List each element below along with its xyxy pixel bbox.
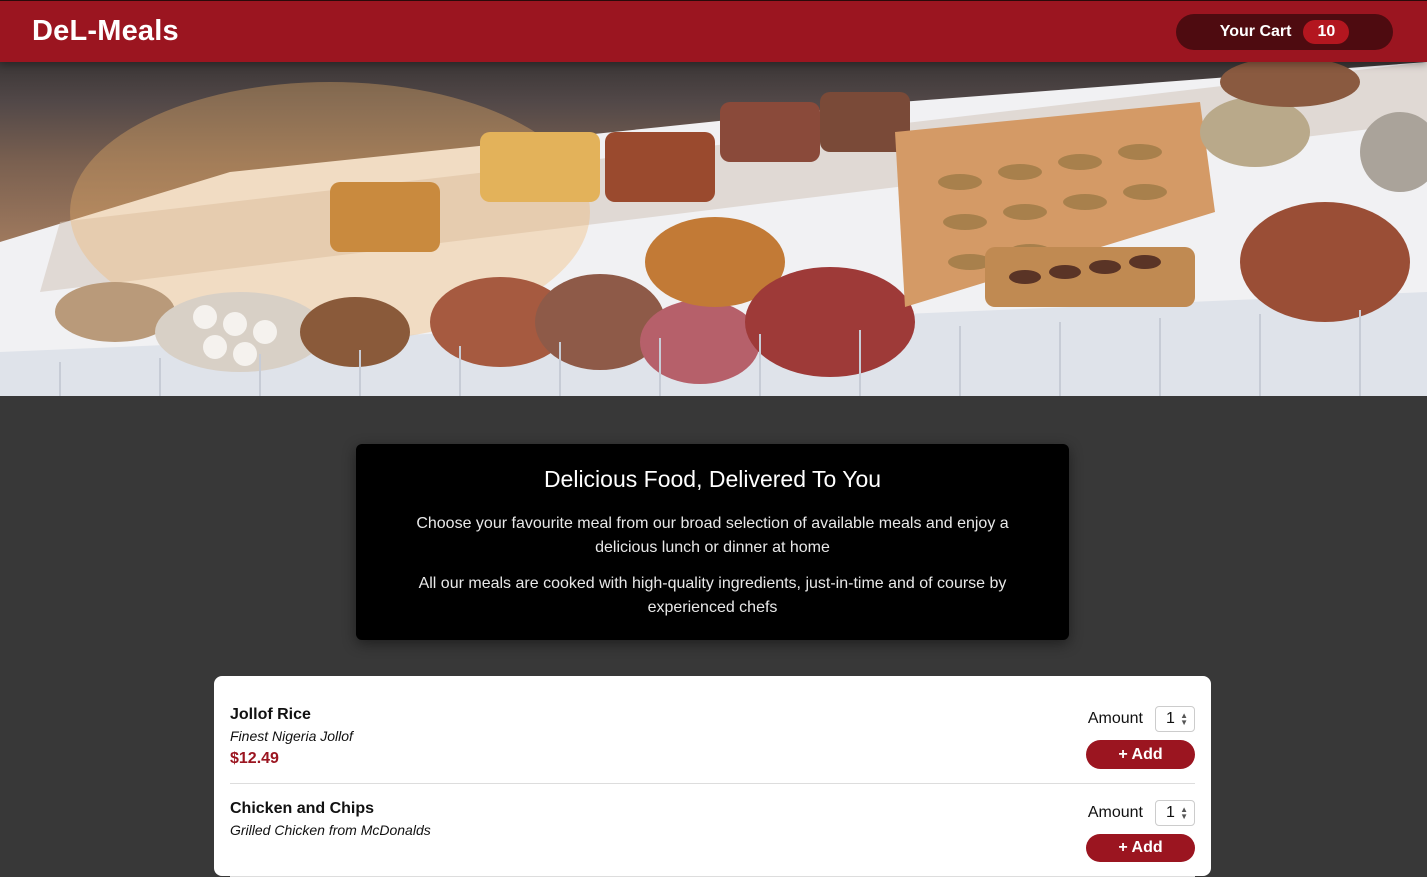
available-meals-list: Jollof Rice Finest Nigeria Jollof $12.49… <box>214 676 1211 877</box>
meal-info: Chicken and Chips Grilled Chicken from M… <box>230 800 431 862</box>
meal-info: Jollof Rice Finest Nigeria Jollof $12.49 <box>230 706 353 769</box>
meal-name: Chicken and Chips <box>230 800 375 817</box>
amount-input[interactable]: 1 ▲ ▼ <box>1155 706 1195 732</box>
meal-name: Jollof Rice <box>230 706 311 723</box>
summary-paragraph-1: Choose your favourite meal from our broa… <box>416 515 1009 556</box>
summary-title: Delicious Food, Delivered To You <box>543 466 882 492</box>
meal-form: Amount 1 ▲ ▼ + Add <box>1086 800 1195 862</box>
app-header: DeL-Meals Your Cart 10 <box>0 0 1427 62</box>
cart-button[interactable]: Your Cart 10 <box>1176 13 1393 50</box>
meal-form: Amount 1 ▲ ▼ + Add <box>1086 706 1195 769</box>
amount-value: 1 <box>1166 804 1175 821</box>
cart-count-badge: 10 <box>1303 19 1350 44</box>
amount-input[interactable]: 1 ▲ ▼ <box>1155 800 1195 826</box>
spinner-arrows-icon[interactable]: ▲ ▼ <box>1180 712 1188 727</box>
add-to-cart-button[interactable]: + Add <box>1086 740 1195 769</box>
amount-row: Amount 1 ▲ ▼ <box>1088 706 1195 732</box>
hero-banner-image <box>0 62 1427 396</box>
amount-label: Amount <box>1087 710 1143 727</box>
brand-title: DeL-Meals <box>32 15 179 47</box>
meals-summary: Delicious Food, Delivered To You Choose … <box>356 444 1069 640</box>
add-to-cart-button[interactable]: + Add <box>1086 834 1195 862</box>
cart-label: Your Cart <box>1219 22 1292 40</box>
amount-label: Amount <box>1087 804 1143 821</box>
meal-description: Grilled Chicken from McDonalds <box>230 822 431 838</box>
amount-row: Amount 1 ▲ ▼ <box>1088 800 1195 826</box>
meal-item: Chicken and Chips Grilled Chicken from M… <box>230 784 1195 877</box>
spinner-arrows-icon[interactable]: ▲ ▼ <box>1180 806 1188 821</box>
meal-item: Jollof Rice Finest Nigeria Jollof $12.49… <box>230 690 1195 784</box>
amount-value: 1 <box>1166 710 1175 727</box>
meal-price: $12.49 <box>230 750 279 767</box>
summary-paragraph-2: All our meals are cooked with high-quali… <box>418 575 1007 616</box>
meal-description: Finest Nigeria Jollof <box>230 728 353 744</box>
buffet-table-illustration <box>0 62 1427 396</box>
